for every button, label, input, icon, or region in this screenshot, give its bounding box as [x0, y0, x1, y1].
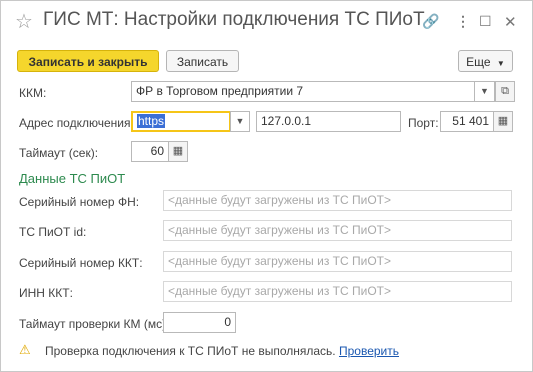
kkt-serial-label: Серийный номер ККТ:	[19, 256, 143, 270]
timeout-field[interactable]: 60	[131, 141, 169, 162]
link-icon[interactable]: 🔗	[422, 13, 439, 30]
check-link[interactable]: Проверить	[339, 344, 399, 358]
toolbar: Записать и закрыть Записать Еще ▼	[1, 45, 532, 75]
kkm-dropdown-button[interactable]: ▼	[475, 81, 495, 102]
port-field[interactable]: 51 401	[440, 111, 494, 132]
kkm-label: ККМ:	[19, 86, 47, 100]
protocol-value: https	[137, 114, 166, 128]
km-timeout-label: Таймаут проверки КМ (мс):	[19, 317, 170, 331]
piot-id-label: ТС ПиОТ id:	[19, 225, 87, 239]
piot-id-field: <данные будут загружены из ТС ПиОТ>	[163, 220, 512, 241]
close-icon[interactable]: ✕	[504, 13, 517, 31]
timeout-label: Таймаут (сек):	[19, 146, 99, 160]
chevron-down-icon: ▼	[496, 59, 505, 68]
kkm-field[interactable]: ФР в Торговом предприятии 7	[131, 81, 475, 102]
title-bar: ☆ ГИС МТ: Настройки подключения ТС ПИоТ …	[1, 1, 532, 41]
status-message: Проверка подключения к ТС ПИоТ не выполн…	[45, 344, 336, 358]
km-timeout-field[interactable]: 0	[163, 312, 236, 333]
inn-field: <данные будут загружены из ТС ПиОТ>	[163, 281, 512, 302]
timeout-calculator-icon[interactable]: ▦	[168, 141, 188, 162]
open-icon[interactable]: ⧉	[495, 81, 515, 102]
kkt-serial-field: <данные будут загружены из ТС ПиОТ>	[163, 251, 512, 272]
fn-serial-field: <данные будут загружены из ТС ПиОТ>	[163, 190, 512, 211]
favorite-star-icon[interactable]: ☆	[15, 9, 33, 34]
save-button[interactable]: Записать	[166, 50, 239, 72]
window-title: ГИС МТ: Настройки подключения ТС ПИоТ	[43, 9, 425, 30]
protocol-dropdown-button[interactable]: ▼	[230, 111, 250, 132]
piot-section-title: Данные ТС ПиОТ	[19, 171, 126, 186]
settings-window: ☆ ГИС МТ: Настройки подключения ТС ПИоТ …	[0, 0, 533, 372]
fn-serial-label: Серийный номер ФН:	[19, 195, 140, 209]
port-calculator-icon[interactable]: ▦	[493, 111, 513, 132]
inn-label: ИНН ККТ:	[19, 286, 73, 300]
warning-icon: ⚠	[19, 342, 31, 357]
maximize-icon[interactable]: ☐	[479, 13, 492, 30]
protocol-field[interactable]: https	[131, 111, 231, 132]
more-vertical-icon[interactable]: ⋮	[456, 13, 470, 30]
host-field[interactable]: 127.0.0.1	[256, 111, 401, 132]
more-button[interactable]: Еще ▼	[458, 50, 513, 72]
port-label: Порт:	[408, 116, 439, 130]
save-and-close-button[interactable]: Записать и закрыть	[17, 50, 159, 72]
status-line: Проверка подключения к ТС ПИоТ не выполн…	[45, 344, 399, 358]
address-label: Адрес подключения:	[19, 116, 134, 130]
more-button-label: Еще	[466, 55, 491, 69]
